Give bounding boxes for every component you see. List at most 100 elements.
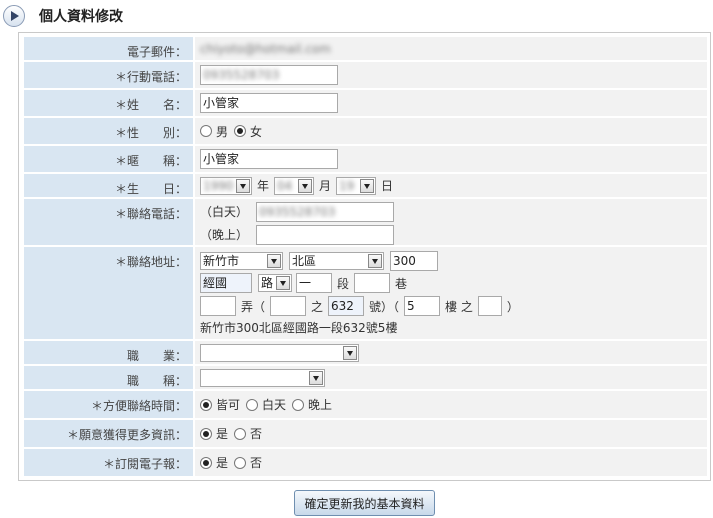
gender-female-label: 女 xyxy=(250,124,263,139)
newsletter-yes-radio[interactable] xyxy=(200,456,212,469)
alley-unit: 弄（ xyxy=(241,299,266,314)
row-occupation: 職 業： xyxy=(24,341,707,364)
row-nickname: ＊暱 稱： 小管家 xyxy=(24,146,707,172)
mobile-label: ＊行動電話： xyxy=(24,62,193,88)
gender-label: ＊性 別： xyxy=(24,118,193,144)
day-unit: 日 xyxy=(381,179,394,193)
profile-form: 電子郵件： chiyoto@hotmail.com ＊行動電話： 0935528… xyxy=(18,32,711,481)
newsletter-no-label: 否 xyxy=(250,456,263,470)
row-birthday: ＊生 日： 1990 年 04 月 19 日 xyxy=(24,174,707,197)
chevron-down-icon xyxy=(343,345,357,360)
job-title-label: 職 稱： xyxy=(24,366,193,389)
number-unit: 號）（ xyxy=(369,299,400,314)
alley-input[interactable] xyxy=(200,296,236,316)
newsletter-yes-label: 是 xyxy=(216,456,229,470)
contact-time-any-radio[interactable] xyxy=(200,398,212,411)
road-type-select[interactable]: 路 xyxy=(258,274,292,292)
newsletter-label: ＊訂閱電子報： xyxy=(24,449,193,476)
nickname-input[interactable]: 小管家 xyxy=(200,149,338,169)
road-input[interactable]: 經國 xyxy=(200,273,252,293)
row-job-title: 職 稱： xyxy=(24,366,707,389)
birth-month-value: 04 xyxy=(277,178,293,193)
contact-time-night-radio[interactable] xyxy=(292,398,305,411)
submit-button[interactable]: 確定更新我的基本資料 xyxy=(294,490,435,516)
road-type-value: 路 xyxy=(261,276,274,290)
floor-input[interactable]: 5 xyxy=(404,296,441,316)
newsletter-no-radio[interactable] xyxy=(234,456,247,469)
row-newsletter: ＊訂閱電子報： 是 否 xyxy=(24,449,707,476)
mobile-value: 0935528703 xyxy=(203,68,280,82)
close-paren: ） xyxy=(506,299,519,314)
play-icon xyxy=(3,5,25,27)
lane-unit: 巷 xyxy=(395,276,408,291)
section-input[interactable]: 一 xyxy=(296,273,332,293)
address-full-text: 新竹市300北區經國路一段632號5樓 xyxy=(200,321,398,335)
birth-month-select[interactable]: 04 xyxy=(274,176,315,195)
gender-female-radio[interactable] xyxy=(234,125,247,137)
gender-male-radio[interactable] xyxy=(200,125,212,137)
chevron-down-icon xyxy=(298,178,313,193)
row-gender: ＊性 別： 男 女 xyxy=(24,118,707,144)
contact-time-day-radio[interactable] xyxy=(246,398,259,411)
contact-time-any-label: 皆可 xyxy=(216,398,241,412)
email-label: 電子郵件： xyxy=(24,37,193,60)
row-contact-time: ＊方便聯絡時間： 皆可 白天 晚上 xyxy=(24,391,707,418)
row-email: 電子郵件： chiyoto@hotmail.com xyxy=(24,37,707,60)
month-unit: 月 xyxy=(319,179,332,193)
chevron-down-icon xyxy=(276,276,290,290)
contact-time-day-label: 白天 xyxy=(262,398,287,412)
year-unit: 年 xyxy=(257,179,270,193)
birth-day-select[interactable]: 19 xyxy=(336,176,377,195)
phone-day-input[interactable]: 0935528703 xyxy=(256,201,394,222)
name-input[interactable]: 小管家 xyxy=(200,93,338,113)
more-info-yes-label: 是 xyxy=(216,427,229,441)
more-info-no-radio[interactable] xyxy=(234,427,247,440)
floor-b-input[interactable] xyxy=(477,296,502,316)
lane-input[interactable] xyxy=(354,273,391,293)
email-value: chiyoto@hotmail.com xyxy=(200,41,331,56)
birth-year-value: 1990 xyxy=(203,178,234,193)
phone-day-value: 0935528703 xyxy=(259,204,336,219)
more-info-yes-radio[interactable] xyxy=(200,427,212,440)
mobile-input[interactable]: 0935528703 xyxy=(200,65,338,85)
occupation-select[interactable] xyxy=(200,343,359,362)
name-label: ＊姓 名： xyxy=(24,90,193,116)
phone-day-label: （白天） xyxy=(200,205,249,219)
section-unit: 段 xyxy=(337,276,350,291)
page-title: 個人資料修改 xyxy=(39,9,123,25)
district-value: 北區 xyxy=(292,254,317,268)
number-a-input[interactable] xyxy=(270,296,307,316)
phone-night-input[interactable] xyxy=(256,224,394,245)
phone-night-label: （晚上） xyxy=(200,228,249,242)
row-phone: ＊聯絡電話： （白天） 0935528703 （晚上） xyxy=(24,199,707,245)
birthday-label: ＊生 日： xyxy=(24,174,193,197)
chevron-down-icon xyxy=(360,178,375,193)
contact-time-night-label: 晚上 xyxy=(308,398,333,412)
phone-label: ＊聯絡電話： xyxy=(24,199,193,245)
nickname-label: ＊暱 稱： xyxy=(24,146,193,172)
row-name: ＊姓 名： 小管家 xyxy=(24,90,707,116)
city-value: 新竹市 xyxy=(203,254,240,268)
chevron-down-icon xyxy=(267,254,281,268)
job-title-select[interactable] xyxy=(200,368,325,387)
district-select[interactable]: 北區 xyxy=(289,252,384,270)
row-mobile: ＊行動電話： 0935528703 xyxy=(24,62,707,88)
address-label: ＊聯絡地址： xyxy=(24,247,193,339)
chevron-down-icon xyxy=(309,370,323,385)
contact-time-label: ＊方便聯絡時間： xyxy=(24,391,193,418)
birth-year-select[interactable]: 1990 xyxy=(200,176,252,195)
city-select[interactable]: 新竹市 xyxy=(200,252,283,270)
number-b-input[interactable]: 632 xyxy=(328,296,365,316)
chevron-down-icon xyxy=(236,178,250,193)
page-header: 個人資料修改 xyxy=(3,3,709,29)
row-more-info: ＊願意獲得更多資訊： 是 否 xyxy=(24,420,707,447)
chevron-down-icon xyxy=(368,254,382,268)
more-info-no-label: 否 xyxy=(250,427,263,441)
occupation-label: 職 業： xyxy=(24,341,193,364)
birth-day-value: 19 xyxy=(339,178,355,193)
gender-male-label: 男 xyxy=(216,124,229,139)
floor-unit: 樓 之 xyxy=(445,299,473,314)
more-info-label: ＊願意獲得更多資訊： xyxy=(24,420,193,447)
row-address: ＊聯絡地址： 新竹市 北區 300 經國 路 一 段 巷 弄（ 之 632 號）… xyxy=(24,247,707,339)
zip-input[interactable]: 300 xyxy=(390,251,438,271)
